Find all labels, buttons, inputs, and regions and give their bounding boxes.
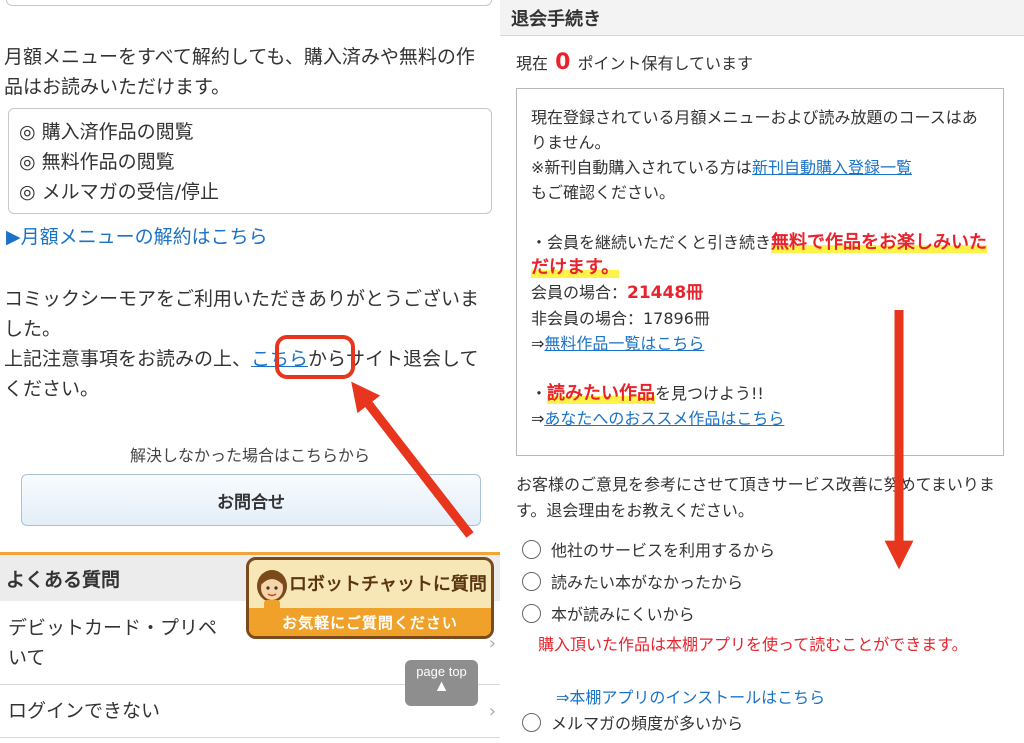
nonmember-count: 非会員の場合：17896冊: [531, 309, 710, 328]
opinion-text: お客様のご意見を参考にさせて頂きサービス改善に努めてまいります。退会理由をお教え…: [516, 475, 995, 520]
unresolved-text: 解決しなかった場合はこちらから: [0, 442, 500, 466]
right-panel: 退会手続き 現在 0 ポイント保有しています 現在登録されている月額メニューおよ…: [500, 0, 1024, 743]
reason-label: 他社のサービスを利用するから: [551, 541, 776, 560]
recommend-prefix: ⇒: [531, 409, 545, 428]
benefits-box: ◎ 購入済作品の閲覧 ◎ 無料作品の閲覧 ◎ メルマガの受信/停止: [8, 108, 492, 214]
reason-hard-to-read[interactable]: 本が読みにくいから: [522, 601, 695, 625]
intro-text: 月額メニューをすべて解約しても、購入済みや無料の作品はお読みいただけます。: [4, 46, 475, 98]
thanks-line1: コミックシーモアをご利用いただきありがとうございました。: [4, 288, 480, 340]
recommend-link[interactable]: あなたへのおススメ作品はこちら: [544, 409, 784, 428]
info-box: 現在登録されている月額メニューおよび読み放題のコースはありません。 ※新刊自動購…: [516, 88, 1004, 456]
app-link-prefix: ⇒: [556, 688, 570, 707]
annotation-circle: [275, 335, 355, 379]
unresolved-label: 解決しなかった場合はこちらから: [129, 446, 370, 465]
reason-label: 読みたい本がなかったから: [551, 573, 744, 592]
contact-button[interactable]: お問合せ: [21, 474, 481, 526]
member-count-label: 会員の場合：: [531, 283, 628, 302]
find-post: を見つけよう!!: [655, 384, 764, 403]
faq-item-label-cont: いて: [8, 647, 46, 669]
left-panel: 月額メニューをすべて解約しても、購入済みや無料の作品はお読みいただけます。 ◎ …: [0, 0, 500, 743]
bookshelf-app-note: 購入頂いた作品は本棚アプリを使って読むことができます。: [538, 635, 968, 654]
radio-icon[interactable]: [522, 571, 541, 591]
member-continue-pre: ・会員を継続いただくと引き続き: [531, 233, 772, 252]
no-course-text: 現在登録されている月額メニューおよび読み放題のコースはありません。: [531, 108, 978, 152]
member-count: 21448冊: [627, 283, 704, 303]
thanks-line2-pre: 上記注意事項をお読みの上、: [4, 348, 252, 370]
auto-purchase-link[interactable]: 新刊自動購入登録一覧: [752, 158, 912, 177]
auto-purchase-post: もご確認ください。: [531, 183, 676, 202]
reason-label: 本が読みにくいから: [551, 605, 695, 624]
points-status: 現在 0 ポイント保有しています: [516, 50, 753, 75]
reason-newsletter-frequency[interactable]: メルマガの頻度が多いから: [522, 710, 743, 734]
auto-purchase-pre: ※新刊自動購入されている方は: [531, 158, 752, 177]
robot-chat-button[interactable]: ロボットチャットに質問 お気軽にご質問ください: [246, 557, 494, 639]
robot-chat-subtitle: お気軽にご質問ください: [249, 608, 491, 636]
radio-icon[interactable]: [522, 603, 541, 623]
find-pre: ・: [531, 384, 548, 403]
chevron-right-icon: ›: [488, 700, 496, 722]
faq-item-label: ログインできない: [8, 700, 161, 722]
reason-label: メルマガの頻度が多いから: [551, 714, 744, 733]
radio-icon[interactable]: [522, 712, 541, 732]
reason-other-service[interactable]: 他社のサービスを利用するから: [522, 537, 775, 561]
thanks-text: コミックシーモアをご利用いただきありがとうございました。 上記注意事項をお読みの…: [4, 284, 486, 404]
points-value: 0: [555, 50, 571, 75]
monthly-cancel-link[interactable]: ▶月額メニューの解約はこちら: [6, 222, 268, 249]
points-pre: 現在: [516, 54, 549, 73]
points-post: ポイント保有しています: [577, 54, 754, 73]
page-top-button[interactable]: page top ▲: [405, 660, 478, 706]
previous-box-edge: [6, 0, 492, 6]
page-top-label: page top: [416, 664, 467, 679]
bookshelf-app-link[interactable]: 本棚アプリのインストールはこちら: [569, 688, 825, 707]
radio-icon[interactable]: [522, 539, 541, 559]
benefit-item: ◎ 購入済作品の閲覧: [19, 121, 194, 143]
benefit-item: ◎ 無料作品の閲覧: [19, 151, 175, 173]
benefit-item: ◎ メルマガの受信/停止: [19, 181, 220, 203]
withdrawal-header: 退会手続き: [500, 0, 1024, 36]
robot-chat-title: ロボットチャットに質問: [289, 574, 487, 595]
reason-no-books[interactable]: 読みたい本がなかったから: [522, 569, 743, 593]
chat-operator-icon: [257, 570, 287, 610]
find-highlight: 読みたい作品: [547, 383, 656, 404]
up-triangle-icon: ▲: [433, 678, 450, 695]
bookshelf-app-link-row[interactable]: ⇒本棚アプリのインストールはこちら: [556, 684, 825, 708]
free-list-link[interactable]: 無料作品一覧はこちら: [544, 334, 704, 353]
faq-item-label: デビットカード・プリペ: [8, 617, 218, 639]
free-list-prefix: ⇒: [531, 334, 545, 353]
